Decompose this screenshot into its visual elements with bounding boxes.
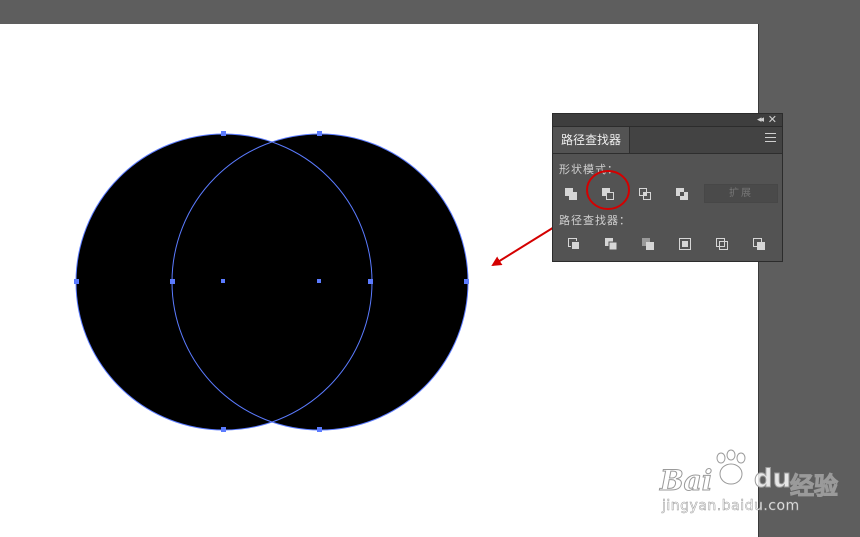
close-icon[interactable]: ✕ xyxy=(768,114,777,126)
watermark-brand-left: Bai xyxy=(659,464,713,498)
minus-front-button[interactable] xyxy=(597,184,619,204)
shape-modes-label: 形状模式： xyxy=(559,163,619,176)
watermark-brand-cn: 经验 xyxy=(790,472,839,501)
outline-icon xyxy=(716,238,728,250)
outline-button[interactable] xyxy=(711,234,733,254)
watermark-url: jingyan.baidu.com xyxy=(662,498,800,515)
document-canvas[interactable]: ◂◂ ✕ 路径查找器 形状模式： 扩展 路径查找器： Bai du 经验 jin… xyxy=(0,0,860,537)
paw-icon xyxy=(716,449,746,485)
minus-back-icon xyxy=(753,238,765,250)
panel-tab-row: 路径查找器 xyxy=(553,127,782,154)
divide-icon xyxy=(568,238,580,250)
exclude-icon xyxy=(676,188,688,200)
unite-button[interactable] xyxy=(560,184,582,204)
merge-icon xyxy=(642,238,654,250)
expand-button[interactable]: 扩展 xyxy=(704,184,778,203)
crop-button[interactable] xyxy=(674,234,696,254)
trim-icon xyxy=(605,238,618,251)
unite-icon xyxy=(565,188,577,200)
tab-pathfinder[interactable]: 路径查找器 xyxy=(553,127,630,153)
collapse-icon[interactable]: ◂◂ xyxy=(757,114,764,126)
divide-button[interactable] xyxy=(563,234,585,254)
merge-button[interactable] xyxy=(637,234,659,254)
panel-title-bar[interactable]: ◂◂ ✕ xyxy=(553,114,782,127)
pathfinders-label: 路径查找器： xyxy=(559,214,631,227)
trim-button[interactable] xyxy=(600,234,622,254)
pathfinder-panel[interactable]: ◂◂ ✕ 路径查找器 形状模式： 扩展 路径查找器： xyxy=(552,113,783,262)
minus-front-icon xyxy=(602,188,614,200)
baidu-jingyan-watermark: Bai du 经验 jingyan.baidu.com xyxy=(659,449,860,522)
crop-icon xyxy=(679,238,691,250)
minus-back-button[interactable] xyxy=(748,234,770,254)
panel-menu-icon[interactable] xyxy=(765,133,776,143)
intersect-button[interactable] xyxy=(634,184,656,204)
watermark-brand-right: du xyxy=(753,464,792,495)
intersect-icon xyxy=(639,188,651,200)
exclude-button[interactable] xyxy=(671,184,693,204)
